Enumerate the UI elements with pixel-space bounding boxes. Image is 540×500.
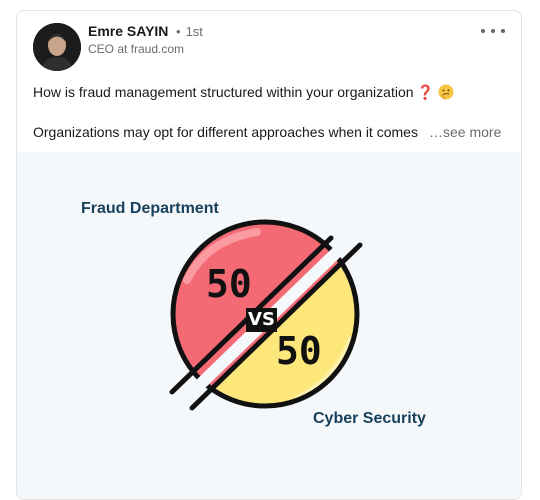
connection-degree: • 1st: [176, 24, 203, 39]
degree-label: 1st: [185, 24, 203, 39]
more-horizontal-icon: [481, 29, 485, 33]
feed-post-card: Emre SAYIN • 1st CEO at fraud.com How is …: [16, 10, 522, 500]
cyber-share-value: 50: [276, 329, 322, 373]
author-avatar[interactable]: [33, 23, 81, 71]
author-name[interactable]: Emre SAYIN: [88, 23, 168, 39]
vs-badge: VS: [246, 308, 277, 332]
thinking-face-icon: [438, 84, 454, 100]
author-headline: CEO at fraud.com: [88, 42, 185, 56]
cyber-security-label: Cyber Security: [313, 410, 426, 427]
see-more-link[interactable]: …see more: [429, 124, 502, 140]
more-horizontal-icon-dot: [501, 29, 505, 33]
red-question-icon: ❓: [416, 84, 434, 100]
post-text-question: How is fraud management structured withi…: [33, 84, 414, 100]
more-horizontal-icon-dot: [491, 29, 495, 33]
post-text-line-2: Organizations may opt for different appr…: [33, 124, 418, 140]
author-photo-icon: [33, 23, 81, 71]
more-options-button[interactable]: [481, 23, 505, 39]
post-text-line-1: How is fraud management structured withi…: [33, 84, 454, 101]
meta-separator: •: [176, 24, 181, 39]
post-image[interactable]: Fraud Department 50 VS 50 Cyber Security: [17, 152, 521, 499]
fraud-share-value: 50: [206, 262, 252, 306]
